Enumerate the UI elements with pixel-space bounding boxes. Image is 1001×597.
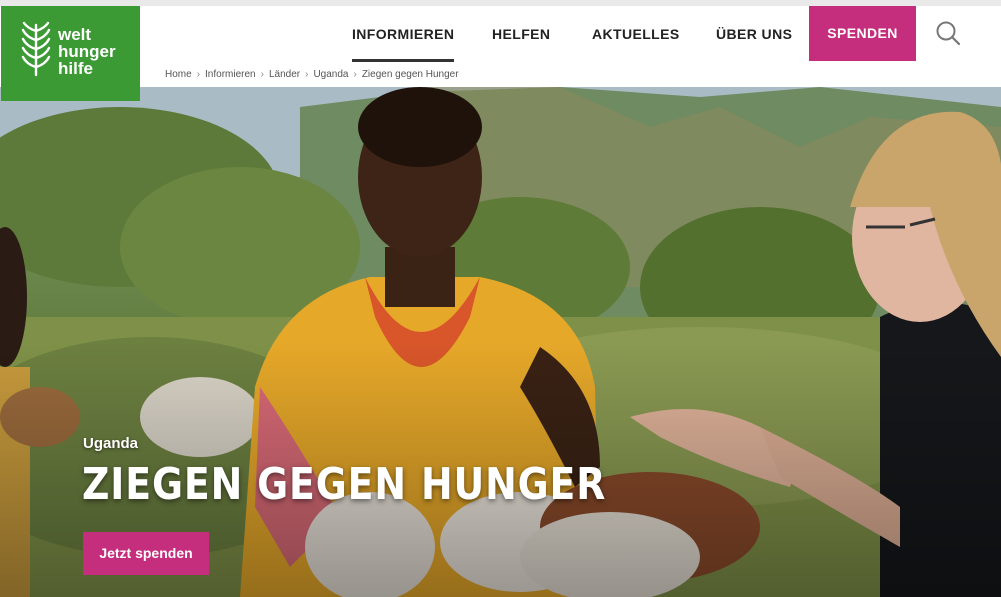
welthungerhilfe-logo[interactable]: welt hunger hilfe — [1, 6, 140, 101]
chevron-right-icon: › — [305, 69, 309, 80]
wheat-icon — [21, 21, 51, 77]
breadcrumb-item[interactable]: Informieren — [205, 69, 256, 80]
chevron-right-icon: › — [353, 69, 357, 80]
hero-banner: Uganda ZIEGEN GEGEN HUNGER Jetzt spenden — [0, 87, 1001, 597]
hero-country-label: Uganda — [83, 435, 139, 452]
chevron-right-icon: › — [196, 69, 201, 80]
breadcrumb-item[interactable]: Uganda — [313, 69, 348, 80]
logo-wordmark: welt hunger hilfe — [58, 26, 116, 77]
nav-item-informieren[interactable]: INFORMIEREN — [352, 6, 455, 62]
breadcrumb-item[interactable]: Länder — [269, 69, 300, 80]
nav-item-helfen[interactable]: HELFEN — [492, 6, 550, 62]
breadcrumb: Home › Informieren › Länder › Uganda › Ziegen ge… — [165, 69, 459, 80]
nav-item-aktuelles[interactable]: AKTUELLES — [592, 6, 680, 62]
logo-line: welt — [58, 25, 92, 44]
chevron-right-icon: › — [260, 69, 264, 80]
hero-overlay — [0, 87, 1001, 597]
site-header: welt hunger hilfe INFORMIEREN HELFEN AKT… — [0, 6, 1001, 101]
breadcrumb-item[interactable]: Home — [165, 69, 192, 80]
logo-line: hunger — [58, 42, 116, 61]
hero-title: ZIEGEN GEGEN HUNGER — [82, 459, 607, 510]
breadcrumb-current: Ziegen gegen Hunger — [361, 69, 459, 80]
donate-now-button[interactable]: Jetzt spenden — [83, 532, 209, 575]
donate-button[interactable]: SPENDEN — [809, 6, 916, 61]
nav-item-ueber-uns[interactable]: ÜBER UNS — [716, 6, 792, 62]
search-icon — [936, 21, 961, 46]
search-button[interactable] — [933, 18, 963, 48]
logo-line: hilfe — [58, 59, 93, 78]
